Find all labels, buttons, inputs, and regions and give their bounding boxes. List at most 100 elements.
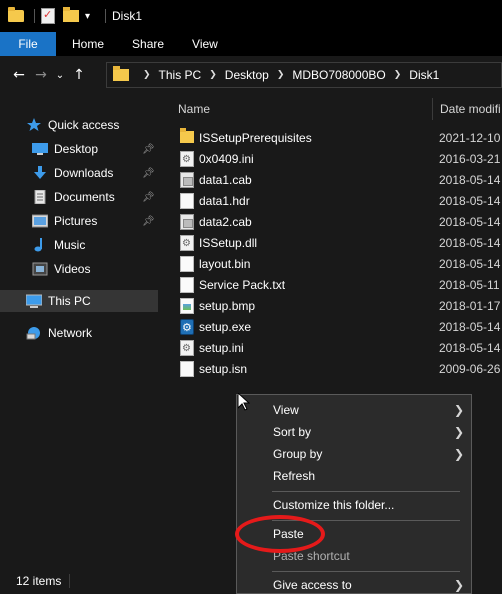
file-date: 2018-05-14 2: [439, 214, 502, 229]
navigation-bar: ← → ⌄ ↑ ❯ This PC ❯ Desktop ❯ MDBO708000…: [0, 56, 502, 94]
breadcrumb-chevron-icon[interactable]: ❯: [209, 70, 217, 80]
submenu-arrow-icon: ❯: [454, 403, 465, 417]
breadcrumb-chevron-icon[interactable]: ❯: [394, 70, 402, 80]
properties-icon[interactable]: [41, 8, 55, 24]
tab-view[interactable]: View: [178, 32, 232, 56]
tab-home[interactable]: Home: [56, 32, 118, 56]
nav-item-music[interactable]: Music: [0, 234, 158, 256]
menu-item-view[interactable]: View ❯: [238, 399, 470, 421]
toolbar-separator: [34, 9, 35, 23]
nav-item-label: Downloads: [54, 166, 114, 180]
column-divider[interactable]: [432, 98, 433, 120]
cabinet-file-icon: [180, 171, 194, 188]
file-name: ISSetup.dll: [199, 235, 258, 250]
nav-item-videos[interactable]: Videos: [0, 258, 158, 280]
file-name: setup.ini: [199, 340, 244, 355]
breadcrumb-this-pc[interactable]: This PC: [159, 68, 202, 82]
computer-icon: [25, 294, 43, 308]
file-date: 2018-05-11 4: [439, 277, 502, 292]
tab-share[interactable]: Share: [118, 32, 178, 56]
menu-item-give-access-to[interactable]: Give access to ❯: [238, 574, 470, 594]
file-row[interactable]: ISSetup.dll 2018-05-14 2: [168, 232, 502, 253]
forward-arrow-icon[interactable]: →: [30, 67, 52, 83]
setup-exe-icon: [180, 318, 194, 335]
file-name: 0x0409.ini: [199, 151, 254, 166]
menu-item-refresh[interactable]: Refresh: [238, 465, 470, 487]
file-name: layout.bin: [199, 256, 251, 271]
nav-item-this-pc[interactable]: This PC: [0, 290, 158, 312]
nav-item-network[interactable]: Network: [0, 322, 158, 344]
file-name: setup.bmp: [199, 298, 256, 313]
file-row[interactable]: layout.bin 2018-05-14 2: [168, 253, 502, 274]
breadcrumb-folder[interactable]: MDBO708000BO: [292, 68, 385, 82]
breadcrumb-current-folder[interactable]: Disk1: [409, 68, 439, 82]
download-icon: [32, 166, 48, 180]
submenu-arrow-icon: ❯: [454, 578, 465, 592]
file-name: Service Pack.txt: [199, 277, 286, 292]
file-row[interactable]: data1.hdr 2018-05-14 2: [168, 190, 502, 211]
file-row[interactable]: setup.bmp 2018-01-17 5: [168, 295, 502, 316]
menu-item-label: View: [273, 403, 299, 417]
recent-locations-chevron-icon[interactable]: ⌄: [52, 70, 68, 81]
pin-icon[interactable]: 📌︎: [142, 192, 155, 203]
nav-item-downloads[interactable]: Downloads 📌︎: [0, 162, 158, 184]
file-name: ISSetupPrerequisites: [199, 130, 312, 145]
nav-item-label: Network: [48, 326, 93, 340]
bitmap-file-icon: [180, 297, 194, 314]
breadcrumb-desktop[interactable]: Desktop: [225, 68, 269, 82]
breadcrumb-chevron-icon[interactable]: ❯: [277, 70, 285, 80]
file-row[interactable]: data2.cab 2018-05-14 2: [168, 211, 502, 232]
nav-item-pictures[interactable]: Pictures 📌︎: [0, 210, 158, 232]
nav-item-documents[interactable]: Documents 📌︎: [0, 186, 158, 208]
title-bar: ▾ Disk1: [0, 0, 502, 32]
settings-file-icon: [180, 339, 194, 356]
file-date: 2016-03-21 2: [439, 151, 502, 166]
file-date: 2018-05-14 2: [439, 319, 502, 334]
file-row[interactable]: Service Pack.txt 2018-05-11 4: [168, 274, 502, 295]
column-header-date-modified[interactable]: Date modifi: [440, 102, 501, 116]
file-row[interactable]: setup.exe 2018-05-14 2: [168, 316, 502, 337]
file-icon: [180, 255, 194, 272]
settings-file-icon: [180, 150, 194, 167]
submenu-arrow-icon: ❯: [454, 425, 465, 439]
pin-icon[interactable]: 📌︎: [142, 216, 155, 227]
menu-item-customize-folder[interactable]: Customize this folder...: [238, 494, 470, 516]
videos-icon: [32, 262, 48, 276]
file-name: data2.cab: [199, 214, 252, 229]
menu-item-label: Sort by: [273, 425, 312, 439]
nav-item-quick-access[interactable]: Quick access: [0, 114, 158, 136]
nav-item-desktop[interactable]: Desktop 📌︎: [0, 138, 158, 160]
folder-icon: [113, 66, 129, 81]
cabinet-file-icon: [180, 213, 194, 230]
file-date: 2018-05-14 2: [439, 340, 502, 355]
documents-icon: [32, 189, 48, 205]
column-header-name[interactable]: Name: [178, 102, 210, 116]
context-menu: View ❯ Sort by ❯ Group by ❯ Refresh Cust…: [236, 394, 472, 594]
window-title: Disk1: [112, 9, 143, 23]
nav-item-label: Quick access: [48, 118, 120, 132]
file-date: 2018-05-14 2: [439, 193, 502, 208]
address-bar[interactable]: ❯ This PC ❯ Desktop ❯ MDBO708000BO ❯ Dis…: [106, 62, 502, 88]
menu-item-sort-by[interactable]: Sort by ❯: [238, 421, 470, 443]
tab-file[interactable]: File: [0, 32, 56, 56]
file-row[interactable]: 0x0409.ini 2016-03-21 2: [168, 148, 502, 169]
nav-item-label: Desktop: [54, 142, 99, 156]
back-arrow-icon[interactable]: ←: [8, 67, 30, 83]
menu-separator: [272, 491, 460, 492]
menu-item-group-by[interactable]: Group by ❯: [238, 443, 470, 465]
file-row[interactable]: setup.ini 2018-05-14 2: [168, 337, 502, 358]
breadcrumb-chevron-icon[interactable]: ❯: [143, 70, 151, 80]
quick-access-toolbar-dropdown-icon[interactable]: ▾: [85, 11, 97, 22]
pin-icon[interactable]: 📌︎: [142, 168, 155, 179]
file-row[interactable]: ISSetupPrerequisites 2021-12-10 1: [168, 127, 502, 148]
file-row[interactable]: setup.isn 2009-06-26 1: [168, 358, 502, 379]
status-separator: [69, 574, 70, 588]
nav-item-label: Documents: [54, 190, 115, 204]
new-folder-icon[interactable]: [63, 7, 79, 22]
pin-icon[interactable]: 📌︎: [142, 144, 155, 155]
file-row[interactable]: data1.cab 2018-05-14 2: [168, 169, 502, 190]
network-icon: [26, 326, 42, 340]
menu-item-label: Group by: [273, 447, 323, 461]
file-icon: [180, 192, 194, 209]
up-arrow-icon[interactable]: ↑: [68, 67, 90, 83]
